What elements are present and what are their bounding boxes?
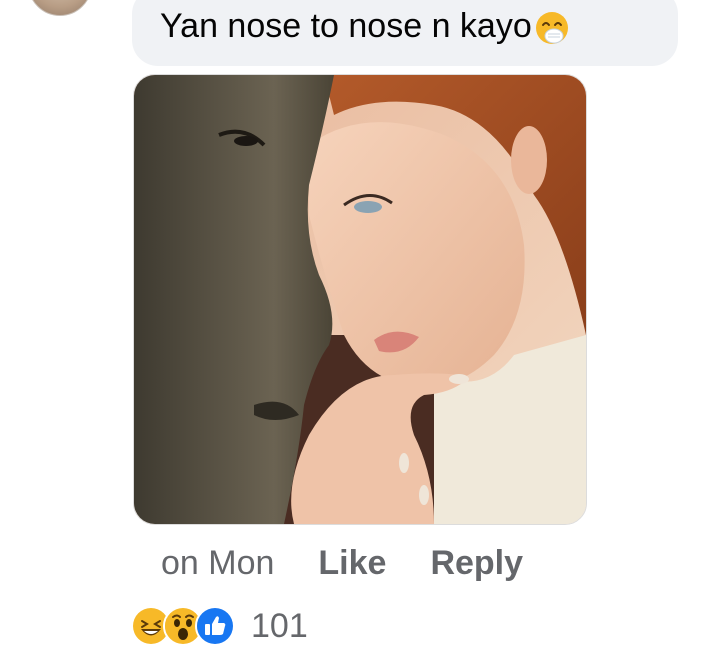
reaction-summary[interactable]: 101 (131, 604, 308, 648)
like-thumb-icon (195, 606, 235, 646)
comment-meta: on Mon Like Reply (161, 541, 523, 585)
like-button[interactable]: Like (318, 544, 386, 583)
comment-text: Yan nose to nose n kayo (160, 7, 532, 45)
comment-text-row: Yan nose to nose n kayo (160, 4, 570, 48)
comment-time: on Mon (161, 543, 275, 582)
reply-button[interactable]: Reply (430, 544, 523, 583)
comment-bubble: Yan nose to nose n kayo (132, 0, 678, 66)
commenter-avatar[interactable] (28, 0, 92, 16)
reaction-count: 101 (251, 606, 308, 645)
reaction-icons (131, 606, 235, 646)
comment-photo[interactable] (133, 74, 587, 525)
face-with-hand-over-mouth-icon (534, 10, 570, 46)
